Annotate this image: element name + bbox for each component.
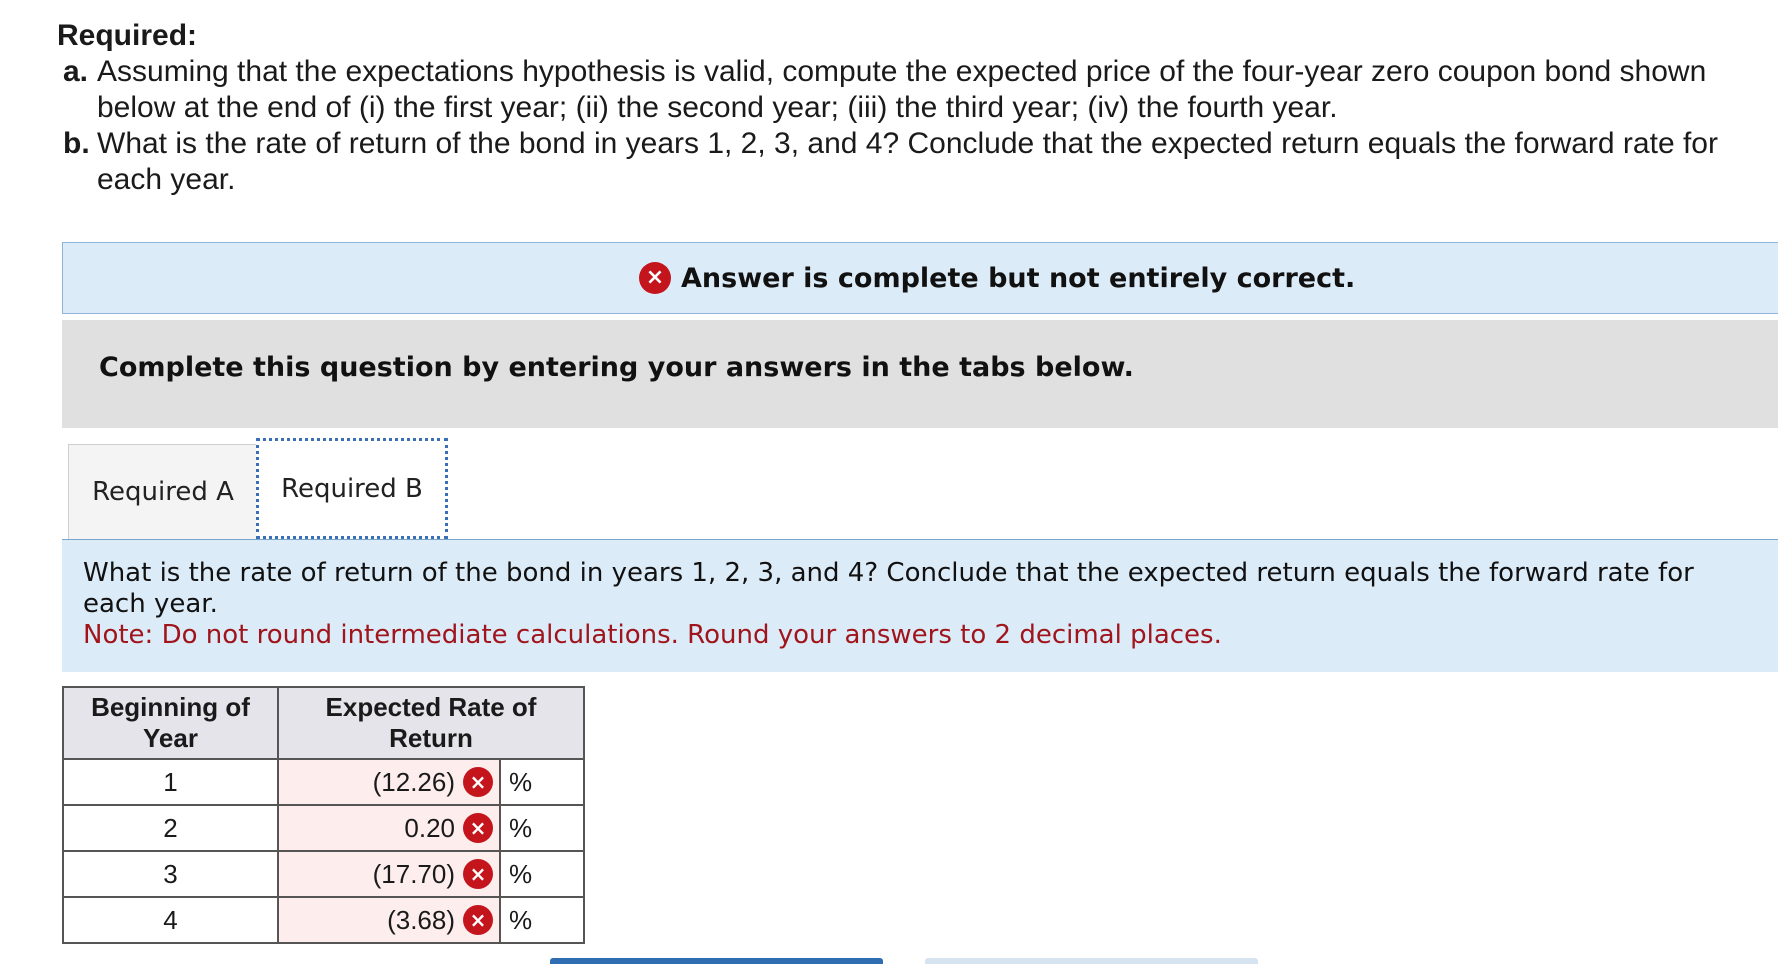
x-circle-icon: × [639, 262, 671, 294]
instruction-text: Complete this question by entering your … [99, 352, 1134, 383]
incorrect-icon: × [463, 767, 493, 797]
year-cell: 3 [62, 850, 279, 898]
rate-input[interactable]: 0.20 × [277, 804, 501, 852]
rate-value: (12.26) [372, 766, 455, 797]
tab-required-b-label: Required B [281, 473, 423, 504]
next-tab-button[interactable] [925, 958, 1258, 964]
incorrect-icon: × [463, 859, 493, 889]
year-cell: 4 [62, 896, 279, 944]
required-item-b: b. What is the rate of return of the bon… [57, 126, 1757, 198]
required-item-a: a. Assuming that the expectations hypoth… [57, 54, 1757, 126]
percent-unit: % [499, 896, 585, 944]
percent-unit: % [499, 758, 585, 806]
rate-value: (17.70) [372, 858, 455, 889]
table-row: 3 (17.70) × % [62, 850, 585, 898]
prev-tab-button[interactable] [550, 958, 883, 964]
question-text: What is the rate of return of the bond i… [83, 558, 1694, 619]
rate-input[interactable]: (17.70) × [277, 850, 501, 898]
header-beginning-of-year: Beginning of Year [62, 686, 279, 760]
table-row: 4 (3.68) × % [62, 896, 585, 944]
table-row: 2 0.20 × % [62, 804, 585, 852]
incorrect-icon: × [463, 905, 493, 935]
required-title: Required: [57, 19, 198, 52]
tab-required-a-label: Required A [92, 477, 234, 507]
rate-input[interactable]: (3.68) × [277, 896, 501, 944]
percent-unit: % [499, 804, 585, 852]
tab-required-a[interactable]: Required A [68, 444, 258, 539]
required-item-b-text: What is the rate of return of the bond i… [97, 127, 1718, 196]
rate-input[interactable]: (12.26) × [277, 758, 501, 806]
header-expected-rate-of-return: Expected Rate of Return [277, 686, 585, 760]
incorrect-icon: × [463, 813, 493, 843]
table-header-row: Beginning of Year Expected Rate of Retur… [62, 686, 585, 760]
year-cell: 2 [62, 804, 279, 852]
required-item-a-label: a. [63, 55, 89, 88]
year-cell: 1 [62, 758, 279, 806]
answer-status-text: Answer is complete but not entirely corr… [681, 262, 1356, 294]
percent-unit: % [499, 850, 585, 898]
answer-table: Beginning of Year Expected Rate of Retur… [62, 686, 585, 944]
tab-required-b[interactable]: Required B [256, 438, 448, 539]
rate-value: 0.20 [404, 812, 455, 843]
tab-bar: Required A Required B [62, 438, 1778, 540]
table-row: 1 (12.26) × % [62, 758, 585, 806]
answer-status-banner: × Answer is complete but not entirely co… [62, 242, 1778, 314]
required-item-b-label: b. [63, 127, 90, 160]
required-item-a-text: Assuming that the expectations hypothesi… [97, 55, 1707, 124]
instruction-panel: Complete this question by entering your … [62, 320, 1778, 428]
question-panel: What is the rate of return of the bond i… [62, 540, 1778, 672]
rate-value: (3.68) [387, 904, 455, 935]
required-section: Required: a. Assuming that the expectati… [57, 18, 1757, 198]
question-note: Note: Do not round intermediate calculat… [83, 620, 1222, 650]
